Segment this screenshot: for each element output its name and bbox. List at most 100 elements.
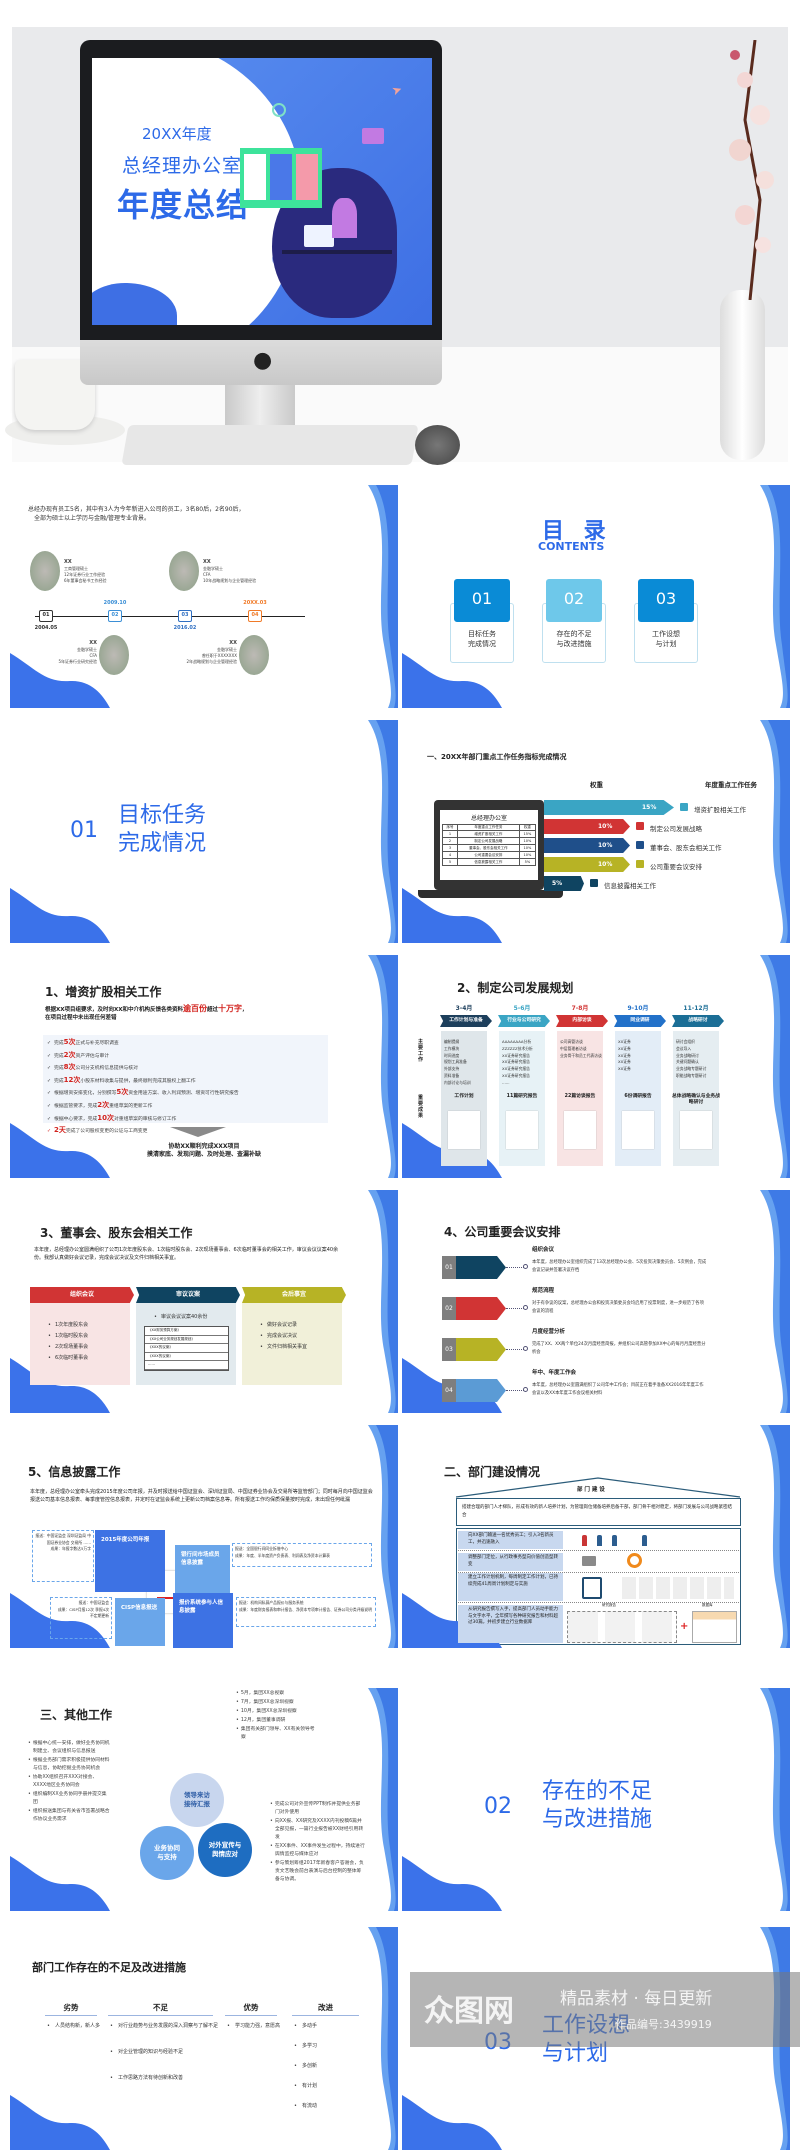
task-icon [590,879,598,887]
board-column-header: 组织会议 [30,1287,134,1303]
board-column-header: 审议议案 [136,1287,240,1303]
check-text-pre: 根据增资安排变化，分别撰写 [54,1091,117,1097]
other-list-item: • 参与策划筹组2017年新春客户答谢会，负责文艺晚会前台表演与后台控制的整体筹备… [270,1860,365,1884]
phase-item: 时间进度 [444,1052,460,1058]
disclosure-intro: 本年度，总经理办公室牵头完成2015年度公司年报，并及时报送给中国证监会、深圳证… [30,1489,373,1503]
contents-number: 01 [454,579,510,622]
disclosure-block: 2015年度公司年报 [95,1530,165,1592]
phase-item: …… [502,1079,510,1085]
disclosure-title: 5、信息披露工作 [28,1465,121,1479]
monitor-stand [225,385,295,425]
motion-row: 《XXX的议案》 [145,1344,228,1353]
laptop-frame: 总经理办公室 序号 年度重点工作任务 权重 1 增资扩股相关工作 15% 2 制定公司发展战略… [434,800,544,890]
check-text-post: 重组草案的更新工作 [109,1103,153,1109]
gap-header-underline [45,2015,97,2016]
bullet: • [236,1718,239,1723]
bullet: • [294,2063,297,2069]
board-item-text: 做好会议记录 [266,1322,297,1328]
col-weight-header: 权重 [590,781,603,789]
avatar-photo [169,551,199,591]
plan-title: 2、制定公司发展规划 [457,981,574,995]
gap-item-text: 对行业趋势与业务发展的深入洞察与了解不足 [117,2023,218,2029]
avatar-photo [30,551,60,591]
check-text-post: 正式与补充尽职调查 [75,1041,119,1046]
contents-label-line1: 目标任务 [468,630,496,638]
bullet: • [236,1700,239,1705]
result-document-thumb [622,1111,654,1149]
contents-label-line2: 完成情况 [468,640,496,648]
dept-row-text: 建立工作计划机制，每周制定工作计划，已持续完成41周周计划制定与实施 [458,1573,563,1601]
phase-period: 7-8月 [571,1005,589,1012]
phase-header: 同业调研 [614,1015,666,1027]
disclosure-report: 报送：中国证监会 深圳证监局 中国证券业协会 交易所 …… [35,1533,91,1545]
bullet: • [28,1792,31,1797]
other-list-item: • 根据业务部门需求积极提供协同材料与信息，协助挖掘业务协同机会 [28,1757,110,1773]
gap-item: • 工作思路方法有待创新和改善 [110,2075,220,2082]
meeting-heading: 年中、年度工作会 [532,1370,577,1376]
check-text-pre: 根据监管要求，完成 [54,1103,98,1109]
board-item: • 审议会议议案40余份 [154,1313,234,1321]
meeting-text: 本年度，总经理办公室组织完成了13次总经理办公会、5次投资决策委员会、5次例会，… [532,1260,707,1273]
check-text-pre: 根据中心要求，完成 [54,1116,98,1122]
check-highlight: 5次 [63,1038,76,1046]
phase-period: 5-6月 [513,1005,531,1012]
person-icon [612,1535,617,1546]
flower-branch [729,40,774,300]
other-list-item: • 7月，集团XX总深圳视察 [236,1699,316,1707]
check-item: ✓ 完成5次正式与补充尽职调查 [47,1037,324,1050]
bullet: • [260,1344,263,1350]
meetings-title: 4、公司重要会议安排 [444,1225,561,1239]
gap-item: • 有流动 [294,2103,366,2110]
slide-meetings: 4、公司重要会议安排 01 组织会议 本年度，总经理办公室组织完成了13次总经理办公… [402,1190,790,1413]
bullet: • [28,1741,31,1746]
task-bar [544,838,630,853]
disclosure-note: 报送：机构间私募产品报价与服务系统 成果：年度财务报表和审计报告、净资本专项审计报… [236,1597,376,1627]
watermark-id: 作品编号:3439919 [615,2018,712,2031]
check-item: ✓ 完成12次小股东材料收集与提供，最终顺利完成其股权上翻工作 [47,1075,324,1088]
connector-node [523,1346,528,1351]
phase-item: 工作模块 [444,1045,460,1051]
contents-label-line1: 存在的不足 [556,630,592,638]
gap-column-header: 改进 [318,2003,333,2012]
dept-summary: 搭建合理的部门人才梯队，形成有效的新人培养计划，为管理岗位储备培养后备干部，部门… [456,1498,741,1526]
team-intro-line1: 总经办现有员工5名，其中有3人为今年新进入公司的员工，3名80后，2名90后， [28,506,245,513]
connector-line [506,1390,524,1391]
circle-label-line2: 与支持 [157,1853,177,1861]
timeline-axis [35,616,305,617]
board-item-text: 2次现场董事会 [54,1344,89,1350]
gap-item: • 多创新 [294,2063,366,2070]
section-title-line2: 与改进措施 [542,1807,653,1832]
task-bar [544,819,630,834]
slide-team: 总经办现有员工5名，其中有3人为今年新进入公司的员工，3名80后，2名90后， … [10,485,398,708]
person-name: XX [89,640,97,646]
task-icon [636,860,644,868]
bottom-left-wave-decoration [402,2095,502,2150]
right-wave-decoration [760,485,790,708]
table-row: 5 信息披露相关工作 5% [442,858,537,866]
milestone-info: XX 金融学硕士 CFA 5年证券行业研究经验 [33,640,97,665]
motion-row: …… [145,1361,228,1370]
phase-item: XX证券研究报告 [502,1052,530,1058]
table-row: 2 制定公司发展战略 10% [442,837,537,845]
motion-table: 《XX财务预算方案》 《XX公司业务规划发展规划》 《XXX的议案》 《XXX的议案》… [144,1326,229,1371]
check-item: ✓ 完成2次资产评估与审计 [47,1050,324,1063]
phase-items: 编制提纲 工作模块 时间进度 规划工具准备 外部支持 资料准备 内部讨论与培训 [444,1039,486,1087]
disclosure-result: 成果：年报字数达5万字 [50,1546,91,1551]
lead-text-a: 根据XX项目组要求，及时向XX和中介机构反馈各类资料 [45,1007,183,1013]
meeting-arrow-tab [456,1297,506,1320]
disclosure-note: 报送：中国证监会 深圳证监局 中国证券业协会 交易所 …… 成果：年报字数达5万字 [32,1530,94,1582]
gap-item-text: 有计划 [301,2083,317,2089]
phase-item: XX证券 [618,1066,631,1072]
disclosure-block: 报价系统参与人信息披露 [173,1593,233,1648]
phase-item: 业务战略专题研讨 [676,1066,707,1072]
task-bar [544,857,630,872]
gap-item-text: 多创新 [301,2063,317,2069]
venn-circle: 领导来访 接待汇报 [170,1773,224,1827]
meeting-arrow-tab [456,1379,506,1402]
section-number: 01 [70,818,98,843]
bullet: • [48,1322,51,1328]
hero-mockup: 20XX年度 总经理办公室 年度总结 ➤ ● [0,0,800,470]
gap-item-text: 多学习 [301,2043,317,2049]
desk-illustration [282,250,392,254]
watermark-slogan: 精品素材 · 每日更新 [560,1989,713,2009]
